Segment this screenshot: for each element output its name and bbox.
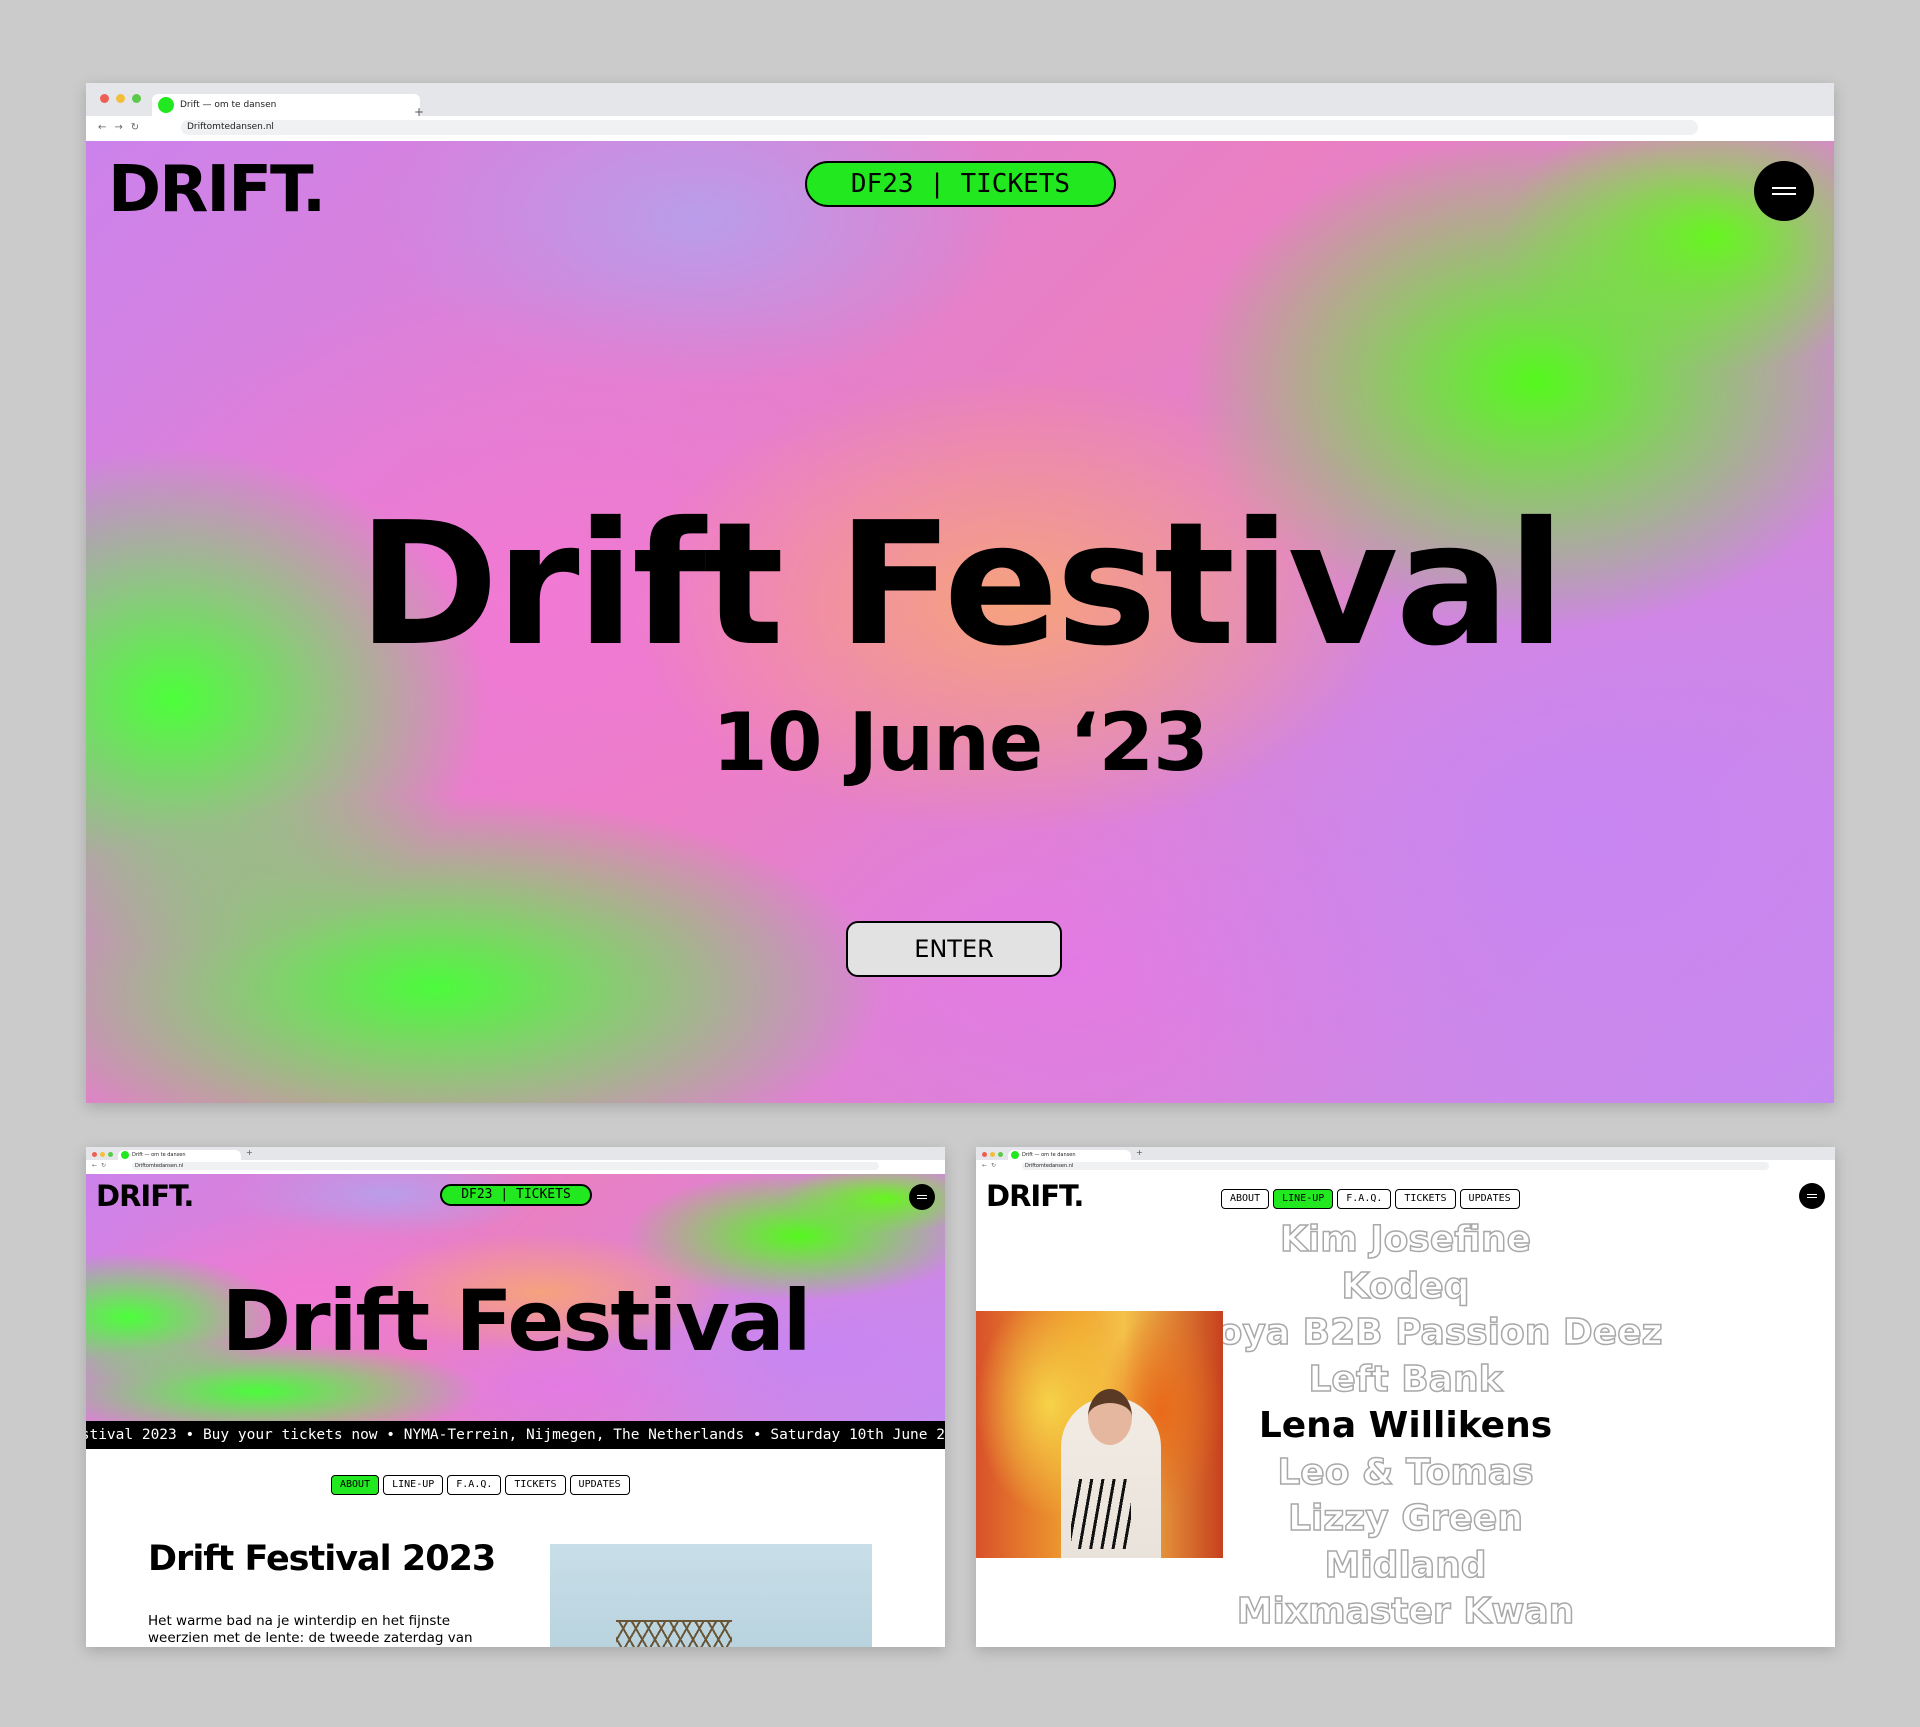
hero-title: Drift Festival (221, 1272, 811, 1370)
address-bar-row: ← ↻ Driftomtedansen.nl (86, 1160, 945, 1174)
tab-title: Drift — om te dansen (180, 100, 277, 110)
browser-tab[interactable]: Drift — om te dansen (1008, 1150, 1131, 1160)
minimize-window-icon[interactable] (116, 94, 125, 103)
about-text: Het warme bad na je winterdip en het fij… (148, 1613, 473, 1646)
site-logo[interactable]: DRIFT. (986, 1179, 1084, 1213)
reload-icon[interactable]: ↻ (131, 122, 139, 133)
url-input[interactable]: Driftomtedansen.nl (1022, 1162, 1769, 1170)
nav-tab-about[interactable]: ABOUT (1221, 1189, 1270, 1209)
nav-buttons: ← ↻ (92, 1162, 106, 1169)
nav-tab-tickets[interactable]: TICKETS (1395, 1189, 1456, 1209)
ticker-banner: estival 2023 • Buy your tickets now • NY… (86, 1421, 945, 1449)
site-logo[interactable]: DRIFT. (96, 1179, 194, 1213)
window-controls (92, 1152, 113, 1157)
nav-tab-faq[interactable]: F.A.Q. (447, 1475, 502, 1495)
nav-tab-faq[interactable]: F.A.Q. (1337, 1189, 1392, 1209)
hero-title: Drift Festival (357, 486, 1566, 684)
browser-chrome: Drift — om te dansen + ← ↻ Driftomtedans… (976, 1147, 1835, 1174)
address-bar-row: ← → ↻ Driftomtedansen.nl (86, 116, 1834, 141)
about-photo (550, 1544, 872, 1647)
browser-tab[interactable]: Drift — om te dansen + (152, 94, 424, 119)
site-logo[interactable]: DRIFT. (108, 153, 326, 227)
tickets-button[interactable]: DF23 | TICKETS (805, 161, 1116, 207)
browser-tab[interactable]: Drift — om te dansen (118, 1150, 241, 1160)
reload-icon[interactable]: ↻ (101, 1162, 106, 1169)
jacket-pattern (1071, 1479, 1131, 1549)
nav-tab-updates[interactable]: UPDATES (1459, 1189, 1520, 1209)
close-window-icon[interactable] (100, 94, 109, 103)
artist-item[interactable]: Mixmaster Kwan (976, 1589, 1835, 1636)
window-controls (982, 1152, 1003, 1157)
close-window-icon[interactable] (92, 1152, 97, 1157)
close-window-icon[interactable] (982, 1152, 987, 1157)
browser-window-lineup: Drift — om te dansen + ← ↻ Driftomtedans… (976, 1147, 1835, 1647)
nav-tab-line-up[interactable]: LINE-UP (1273, 1189, 1334, 1209)
new-tab-button[interactable]: + (1136, 1148, 1143, 1157)
browser-window-landing: Drift — om te dansen + ← → ↻ Driftomteda… (86, 83, 1834, 1103)
artist-photo (976, 1311, 1223, 1558)
nav-tab-updates[interactable]: UPDATES (569, 1475, 630, 1495)
favicon-icon (1011, 1151, 1019, 1159)
reload-icon[interactable]: ↻ (991, 1162, 996, 1169)
minimize-window-icon[interactable] (990, 1152, 995, 1157)
hero-date: 10 June ‘23 (712, 696, 1209, 789)
hero-section: DRIFT. DF23 | TICKETS Drift Festival 10 … (86, 141, 1834, 1103)
artist-item[interactable]: Kim Josefine (976, 1217, 1835, 1264)
hamburger-icon[interactable] (1754, 161, 1814, 221)
back-icon[interactable]: ← (98, 122, 106, 133)
tab-title: Drift — om te dansen (132, 1152, 186, 1158)
maximize-window-icon[interactable] (132, 94, 141, 103)
browser-chrome: Drift — om te dansen + ← ↻ Driftomtedans… (86, 1147, 945, 1174)
hamburger-icon[interactable] (909, 1184, 935, 1210)
page-nav: ABOUT LINE-UP F.A.Q. TICKETS UPDATES (1221, 1189, 1520, 1209)
nav-buttons: ← → ↻ (98, 122, 139, 133)
new-tab-button[interactable]: + (246, 1148, 253, 1157)
forward-icon[interactable]: → (114, 122, 122, 133)
about-heading: Drift Festival 2023 (148, 1539, 496, 1579)
favicon-icon (121, 1151, 129, 1159)
page-nav: ABOUT LINE-UP F.A.Q. TICKETS UPDATES (331, 1475, 630, 1495)
window-controls (100, 94, 141, 103)
artist-item[interactable]: Kodeq (976, 1264, 1835, 1311)
url-input[interactable]: Driftomtedansen.nl (132, 1162, 879, 1170)
browser-chrome: Drift — om te dansen + ← → ↻ Driftomteda… (86, 83, 1834, 141)
maximize-window-icon[interactable] (108, 1152, 113, 1157)
nav-tab-about[interactable]: ABOUT (331, 1475, 380, 1495)
address-bar-row: ← ↻ Driftomtedansen.nl (976, 1160, 1835, 1174)
back-icon[interactable]: ← (92, 1162, 97, 1169)
tab-title: Drift — om te dansen (1022, 1152, 1076, 1158)
hero-section: DRIFT. DF23 | TICKETS Drift Festival (86, 1174, 945, 1421)
hamburger-icon[interactable] (1799, 1183, 1825, 1209)
browser-window-about: Drift — om te dansen + ← ↻ Driftomtedans… (86, 1147, 945, 1647)
tickets-button[interactable]: DF23 | TICKETS (440, 1184, 592, 1206)
ticker-text: estival 2023 • Buy your tickets now • NY… (86, 1427, 945, 1443)
maximize-window-icon[interactable] (998, 1152, 1003, 1157)
nav-tab-line-up[interactable]: LINE-UP (383, 1475, 444, 1495)
minimize-window-icon[interactable] (100, 1152, 105, 1157)
structure-illustration (616, 1620, 732, 1647)
nav-buttons: ← ↻ (982, 1162, 996, 1169)
enter-button[interactable]: ENTER (846, 921, 1062, 977)
favicon-icon (158, 97, 174, 113)
url-input[interactable]: Driftomtedansen.nl (181, 120, 1698, 135)
back-icon[interactable]: ← (982, 1162, 987, 1169)
nav-tab-tickets[interactable]: TICKETS (505, 1475, 566, 1495)
artist-head (1088, 1389, 1132, 1445)
